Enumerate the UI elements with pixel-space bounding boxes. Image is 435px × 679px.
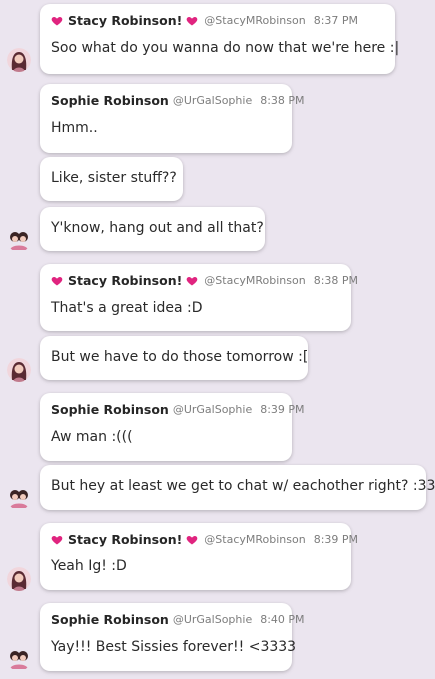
message-bubble: Sophie Robinson @UrGalSophie 8:38 PM Hmm… bbox=[40, 84, 305, 153]
message-text: Soo what do you wanna do now that we're … bbox=[51, 40, 400, 56]
message-time: 8:38 PM bbox=[313, 274, 359, 287]
message-text: But we have to do those tomorrow :[ bbox=[51, 349, 309, 365]
display-name[interactable]: Sophie Robinson bbox=[51, 402, 169, 417]
heart-icon bbox=[51, 15, 63, 27]
message-bubble: Stacy Robinson! @StacyMRobinson 8:37 PM … bbox=[40, 4, 399, 74]
message-header: Stacy Robinson! @StacyMRobinson 8:37 PM bbox=[51, 13, 358, 28]
message-time: 8:39 PM bbox=[260, 403, 305, 416]
avatar-sophie[interactable] bbox=[7, 228, 31, 252]
message-text: Hmm.. bbox=[51, 120, 98, 136]
user-handle[interactable]: @UrGalSophie bbox=[173, 613, 252, 626]
message-text: Aw man :((( bbox=[51, 429, 133, 445]
user-handle[interactable]: @StacyMRobinson bbox=[204, 14, 305, 27]
message-text: Yeah Ig! :D bbox=[51, 558, 127, 574]
message-bubble: Sophie Robinson @UrGalSophie 8:39 PM Aw … bbox=[40, 393, 305, 461]
message-bubble: But we have to do those tomorrow :[ bbox=[40, 336, 308, 380]
message-bubble: Stacy Robinson! @StacyMRobinson 8:38 PM … bbox=[40, 264, 358, 331]
message-time: 8:37 PM bbox=[313, 14, 359, 27]
message-header: Stacy Robinson! @StacyMRobinson 8:38 PM bbox=[51, 273, 358, 288]
message-text: Like, sister stuff?? bbox=[51, 170, 177, 186]
message-bubble: Sophie Robinson @UrGalSophie 8:40 PM Yay… bbox=[40, 603, 305, 671]
heart-icon bbox=[186, 15, 198, 27]
display-name[interactable]: Sophie Robinson bbox=[51, 612, 169, 627]
message-header: Sophie Robinson @UrGalSophie 8:40 PM bbox=[51, 612, 305, 627]
avatar-sophie[interactable] bbox=[7, 486, 31, 510]
heart-icon bbox=[51, 275, 63, 287]
user-handle[interactable]: @StacyMRobinson bbox=[204, 533, 305, 546]
message-text: Yay!!! Best Sissies forever!! <3333 bbox=[51, 639, 297, 655]
display-name[interactable]: Sophie Robinson bbox=[51, 93, 169, 108]
message-text: That's a great idea :D bbox=[51, 300, 203, 316]
heart-icon bbox=[186, 275, 198, 287]
message-header: Stacy Robinson! @StacyMRobinson 8:39 PM bbox=[51, 532, 358, 547]
message-text: Y'know, hang out and all that? bbox=[51, 220, 264, 236]
display-name[interactable]: Stacy Robinson! bbox=[68, 13, 182, 28]
user-handle[interactable]: @UrGalSophie bbox=[173, 94, 252, 107]
message-header: Sophie Robinson @UrGalSophie 8:38 PM bbox=[51, 93, 305, 108]
message-bubble: Y'know, hang out and all that? bbox=[40, 207, 265, 251]
user-handle[interactable]: @StacyMRobinson bbox=[204, 274, 305, 287]
display-name[interactable]: Stacy Robinson! bbox=[68, 273, 182, 288]
message-time: 8:40 PM bbox=[260, 613, 305, 626]
user-handle[interactable]: @UrGalSophie bbox=[173, 403, 252, 416]
message-bubble: Like, sister stuff?? bbox=[40, 157, 183, 201]
heart-icon bbox=[186, 534, 198, 546]
avatar-sophie[interactable] bbox=[7, 647, 31, 671]
message-header: Sophie Robinson @UrGalSophie 8:39 PM bbox=[51, 402, 305, 417]
message-bubble: Stacy Robinson! @StacyMRobinson 8:39 PM … bbox=[40, 523, 358, 590]
message-time: 8:38 PM bbox=[260, 94, 305, 107]
avatar-stacy[interactable] bbox=[7, 48, 31, 72]
avatar-stacy[interactable] bbox=[7, 567, 31, 591]
display-name[interactable]: Stacy Robinson! bbox=[68, 532, 182, 547]
avatar-stacy[interactable] bbox=[7, 358, 31, 382]
message-text: But hey at least we get to chat w/ eacho… bbox=[51, 478, 435, 494]
message-bubble: But hey at least we get to chat w/ eacho… bbox=[40, 465, 435, 510]
heart-icon bbox=[51, 534, 63, 546]
message-time: 8:39 PM bbox=[313, 533, 359, 546]
